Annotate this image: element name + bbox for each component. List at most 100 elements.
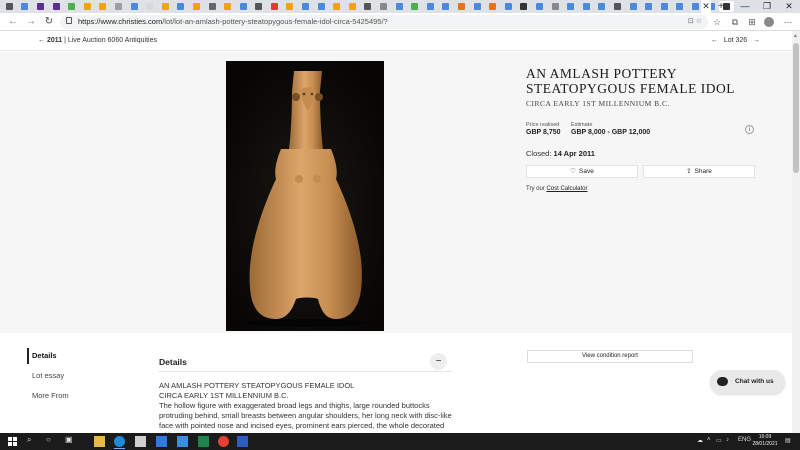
browser-tab[interactable]	[111, 1, 126, 12]
prev-lot-icon[interactable]: ←	[711, 37, 718, 44]
network-icon[interactable]: ▭	[716, 437, 722, 444]
browser-tab[interactable]	[329, 1, 344, 12]
browser-tab[interactable]	[532, 1, 547, 12]
browser-tab[interactable]	[392, 1, 407, 12]
browser-tab[interactable]	[298, 1, 313, 12]
tab-favicon-icon	[411, 3, 419, 10]
browser-tab[interactable]	[220, 1, 235, 12]
browser-tab[interactable]	[80, 1, 95, 12]
chat-with-us-button[interactable]: Chat with us	[710, 370, 785, 394]
browser-tab[interactable]	[610, 1, 625, 12]
browser-tab[interactable]	[283, 1, 298, 12]
bookmark-star-icon[interactable]: ⊡ ☆	[688, 15, 702, 29]
browser-tab[interactable]	[127, 1, 142, 12]
browser-tab[interactable]	[142, 1, 157, 12]
profile-avatar[interactable]	[764, 17, 774, 27]
language-indicator[interactable]: ENG	[738, 437, 751, 443]
browser-tab[interactable]	[18, 1, 33, 12]
new-tab-button[interactable]: +	[716, 0, 726, 13]
cortana-icon[interactable]: ○	[46, 435, 51, 444]
reading-list-icon[interactable]: ☆	[711, 16, 723, 28]
tab-favicon-icon	[224, 3, 232, 10]
browser-tab[interactable]	[454, 1, 469, 12]
browser-tab[interactable]	[252, 1, 267, 12]
browser-tab[interactable]	[439, 1, 454, 12]
browser-tab[interactable]	[579, 1, 594, 12]
chrome-icon[interactable]	[218, 436, 229, 447]
browser-tab[interactable]	[33, 1, 48, 12]
browser-tab[interactable]	[267, 1, 282, 12]
back-to-auction-link[interactable]: ← 2011 | Live Auction 6060 Antiquities	[38, 35, 157, 47]
excel-icon[interactable]	[198, 436, 209, 447]
browser-tab[interactable]	[158, 1, 173, 12]
tab-close-icon[interactable]: ✕	[701, 0, 711, 13]
task-view-icon[interactable]: ▣	[65, 435, 73, 444]
store-icon[interactable]	[135, 436, 146, 447]
lot-image[interactable]	[226, 61, 384, 331]
extensions-icon[interactable]: ⊞	[746, 16, 758, 28]
next-lot-icon[interactable]: →	[753, 37, 760, 44]
browser-tab[interactable]	[49, 1, 64, 12]
browser-tab[interactable]	[361, 1, 376, 12]
cost-calculator-link[interactable]: Cost Calculator	[546, 186, 587, 192]
browser-tab[interactable]	[501, 1, 516, 12]
browser-tab[interactable]	[205, 1, 220, 12]
nav-lot-essay[interactable]: Lot essay	[32, 371, 64, 380]
browser-tab[interactable]	[423, 1, 438, 12]
url-text: https://www.christies.com/lot/lot-an-aml…	[78, 17, 388, 26]
tray-expand-icon[interactable]: ˄	[707, 437, 711, 443]
edge-browser-icon[interactable]	[114, 436, 125, 447]
collections-icon[interactable]: ⧉	[729, 16, 741, 28]
browser-tab[interactable]	[96, 1, 111, 12]
volume-icon[interactable]: ♪	[726, 437, 729, 443]
forward-arrow-icon[interactable]: →	[24, 15, 38, 29]
notifications-icon[interactable]: ▤	[785, 437, 791, 444]
search-icon[interactable]: ⌕	[27, 435, 31, 445]
browser-tab[interactable]	[641, 1, 656, 12]
taskbar-clock[interactable]: 16:09 28/01/2021	[752, 434, 778, 448]
lot-hero: AN AMLASH POTTERY STEATOPYGOUS FEMALE ID…	[0, 52, 792, 333]
browser-tab[interactable]	[470, 1, 485, 12]
browser-tab[interactable]	[548, 1, 563, 12]
browser-tab[interactable]	[407, 1, 422, 12]
info-icon[interactable]: i	[745, 125, 754, 134]
browser-tab[interactable]	[673, 1, 688, 12]
collapse-details-button[interactable]: −	[430, 353, 447, 370]
maximize-button[interactable]: ❐	[756, 0, 778, 13]
scroll-up-icon[interactable]: ▲	[793, 33, 798, 39]
browser-tab[interactable]	[657, 1, 672, 12]
word-icon[interactable]	[237, 436, 248, 447]
browser-tab[interactable]	[517, 1, 532, 12]
browser-tab[interactable]	[64, 1, 79, 12]
browser-tab[interactable]	[314, 1, 329, 12]
reload-icon[interactable]: ↻	[42, 15, 56, 29]
browser-tab[interactable]	[345, 1, 360, 12]
chat-bubble-icon	[717, 377, 728, 386]
nav-more-from[interactable]: More From	[32, 391, 69, 400]
share-button[interactable]: ⇪ Share	[643, 165, 755, 178]
weather-icon[interactable]: ☁	[697, 437, 703, 444]
browser-tab[interactable]	[174, 1, 189, 12]
browser-tab[interactable]	[563, 1, 578, 12]
browser-tab[interactable]	[2, 1, 17, 12]
browser-tab[interactable]	[595, 1, 610, 12]
browser-tab[interactable]	[376, 1, 391, 12]
outlook-icon[interactable]	[177, 436, 188, 447]
nav-details[interactable]: Details	[32, 351, 57, 360]
mail-icon[interactable]	[156, 436, 167, 447]
page-scrollbar[interactable]: ▲	[792, 31, 800, 433]
close-window-button[interactable]: ✕	[778, 0, 800, 13]
browser-tab[interactable]	[485, 1, 500, 12]
view-condition-report-button[interactable]: View condition report	[527, 350, 693, 363]
address-bar[interactable]: https://www.christies.com/lot/lot-an-aml…	[60, 15, 708, 29]
browser-tab[interactable]	[189, 1, 204, 12]
file-explorer-icon[interactable]	[94, 436, 105, 447]
minimize-button[interactable]: —	[734, 0, 756, 13]
menu-dots-icon[interactable]: ⋯	[782, 16, 794, 28]
scrollbar-thumb[interactable]	[793, 43, 799, 173]
back-arrow-icon[interactable]: ←	[6, 15, 20, 29]
browser-tab[interactable]	[236, 1, 251, 12]
windows-start-icon[interactable]	[8, 437, 17, 446]
save-button[interactable]: ♡ Save	[526, 165, 638, 178]
browser-tab[interactable]	[626, 1, 641, 12]
